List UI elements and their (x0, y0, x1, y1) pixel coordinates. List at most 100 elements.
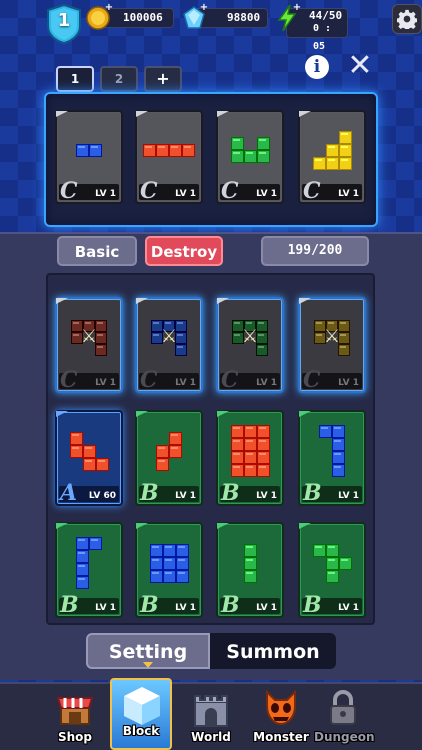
inventory-card-row2-2[interactable]: B LV 1 (135, 410, 203, 506)
inventory-card-row2-1[interactable]: A LV 60 (55, 410, 123, 506)
add-preset-button[interactable]: + (144, 66, 182, 92)
block-cell-highlight (327, 571, 335, 574)
gem-plus-icon[interactable]: + (199, 3, 209, 13)
card-corner-icon (56, 298, 68, 304)
block-cell-highlight (340, 132, 348, 135)
inventory-card-row1-1[interactable]: C LV 1 ⚔ (55, 297, 123, 393)
block-cell-highlight (171, 446, 178, 449)
block-cell-highlight (234, 322, 240, 324)
coin-amount: 100006 (123, 11, 163, 24)
block-cell-highlight (232, 466, 240, 468)
nav-world[interactable]: World (182, 684, 240, 750)
card-corner-icon (56, 111, 68, 117)
nav-block[interactable]: Block (110, 678, 172, 750)
filter-basic-button[interactable]: Basic (57, 236, 137, 266)
block-cell-highlight (78, 552, 85, 554)
inventory-card-row1-4[interactable]: C LV 1 ⚔ (298, 297, 366, 393)
card-grade: C (140, 178, 158, 204)
preset-tab-1[interactable]: 1 (56, 66, 94, 92)
equipped-card-3[interactable]: C LV 1 (216, 110, 284, 204)
equipped-swords-icon: ⚔ (241, 326, 259, 347)
block-cell-highlight (232, 427, 240, 429)
card-grade: B (140, 592, 159, 618)
inventory-card-row3-1[interactable]: B LV 1 (55, 522, 123, 618)
block-cell-highlight (334, 466, 341, 468)
block-piece-icon (156, 431, 182, 471)
inventory-card-row3-4[interactable]: B LV 1 (298, 522, 366, 618)
block-cell-highlight (246, 322, 252, 324)
block-cell-highlight (327, 545, 335, 548)
card-corner-icon (299, 298, 311, 304)
inventory-card-row2-3[interactable]: B LV 1 (216, 410, 284, 506)
block-cell-highlight (258, 427, 266, 429)
block-cell-highlight (158, 446, 165, 449)
block-cell-highlight (327, 145, 335, 148)
preset-tab-2[interactable]: 2 (100, 66, 138, 92)
energy-plus-icon[interactable]: + (292, 3, 302, 13)
nav-shop[interactable]: Shop (46, 684, 104, 750)
coin-plus-icon[interactable]: + (104, 3, 114, 13)
block-cell-highlight (232, 453, 240, 455)
block-cell-highlight (245, 440, 253, 442)
card-corner-icon (299, 523, 311, 529)
filter-destroy-button[interactable]: Destroy (145, 236, 223, 266)
nav-monster-label: Monster (253, 730, 309, 744)
nav-world-label: World (191, 730, 231, 744)
card-level: LV 1 (175, 189, 196, 199)
block-cell-highlight (340, 145, 348, 148)
card-corner-icon (217, 411, 229, 417)
inventory-count: 199/200 (261, 236, 369, 266)
block-cell-highlight (340, 158, 348, 161)
inventory-card-row3-3[interactable]: B LV 1 (216, 522, 284, 618)
close-button[interactable]: ✕ (345, 51, 375, 82)
equipped-swords-icon: ⚔ (160, 326, 178, 347)
card-level: LV 1 (175, 491, 196, 501)
block-cell-highlight (91, 539, 98, 541)
info-button[interactable]: i (305, 55, 329, 79)
inventory-card-row1-3[interactable]: C LV 1 ⚔ (216, 297, 284, 393)
block-cell-highlight (71, 433, 79, 436)
block-cell-highlight (340, 322, 346, 324)
card-grade: C (60, 367, 78, 393)
card-level: LV 1 (256, 189, 277, 199)
inventory-card-row3-2[interactable]: B LV 1 (135, 522, 203, 618)
card-grade: B (221, 592, 240, 618)
block-cell-highlight (78, 145, 85, 148)
block-piece-icon (76, 537, 102, 589)
block-cell-highlight (232, 139, 240, 141)
block-cell-highlight (164, 558, 172, 561)
summon-tab[interactable]: Summon (210, 633, 336, 669)
card-corner-icon (136, 111, 148, 117)
block-cell-highlight (84, 459, 92, 462)
equipped-card-4[interactable]: C LV 1 (298, 110, 366, 204)
lock-icon (330, 690, 356, 725)
card-grade: C (303, 178, 321, 204)
block-cell-highlight (245, 545, 253, 548)
nav-dungeon-label: Dungeon (314, 730, 375, 744)
block-cell-highlight (245, 571, 253, 574)
inventory-card-row1-2[interactable]: C LV 1 ⚔ (135, 297, 203, 393)
block-cell-highlight (258, 453, 266, 455)
card-level: LV 1 (256, 491, 277, 501)
equipped-card-2[interactable]: C LV 1 (135, 110, 203, 204)
equipped-swords-icon: ⚔ (80, 326, 98, 347)
block-cell-highlight (258, 152, 266, 154)
nav-monster[interactable]: Monster (252, 684, 310, 750)
block-piece-icon (312, 543, 352, 583)
block-cell-highlight (245, 152, 253, 154)
card-grade: C (221, 367, 239, 393)
card-corner-icon (217, 298, 229, 304)
block-cell-highlight (151, 571, 159, 574)
card-corner-icon (217, 111, 229, 117)
nav-dungeon[interactable]: Dungeon (314, 684, 375, 750)
card-level: LV 1 (95, 603, 116, 613)
equipped-card-1[interactable]: C LV 1 (55, 110, 123, 204)
block-cell-highlight (151, 558, 159, 561)
card-level: LV 1 (95, 378, 116, 388)
card-corner-icon (299, 411, 311, 417)
block-cell-highlight (177, 558, 185, 561)
inventory-card-row2-4[interactable]: B LV 1 (298, 410, 366, 506)
block-cell-highlight (165, 322, 171, 324)
block-cell-highlight (145, 145, 152, 148)
settings-gear-button[interactable] (392, 4, 422, 34)
